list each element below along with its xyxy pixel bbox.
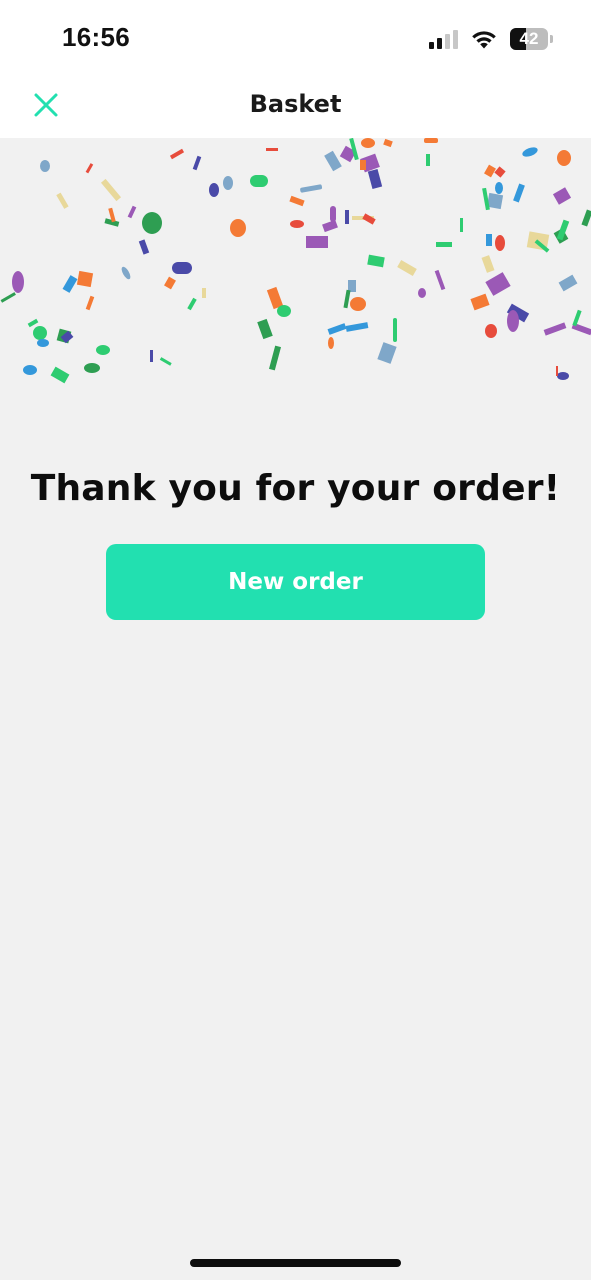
cellular-signal-icon xyxy=(429,29,458,49)
status-icons: 42 xyxy=(429,26,553,52)
battery-cap xyxy=(550,35,553,43)
status-bar: 16:56 42 xyxy=(0,0,591,75)
header: Basket xyxy=(0,75,591,138)
home-indicator[interactable] xyxy=(190,1259,401,1267)
thank-you-heading: Thank you for your order! xyxy=(30,468,561,509)
battery-level: 42 xyxy=(519,29,539,48)
wifi-icon xyxy=(472,31,496,49)
confetti-pieces xyxy=(0,138,591,384)
battery-icon: 42 xyxy=(510,28,548,50)
status-time: 16:56 xyxy=(62,22,130,52)
new-order-button[interactable]: New order xyxy=(106,544,485,620)
page-title: Basket xyxy=(249,90,342,118)
confetti-decoration xyxy=(0,138,591,384)
order-confirmation-screen: 16:56 42 Basket Thank you for your order… xyxy=(0,0,591,1280)
